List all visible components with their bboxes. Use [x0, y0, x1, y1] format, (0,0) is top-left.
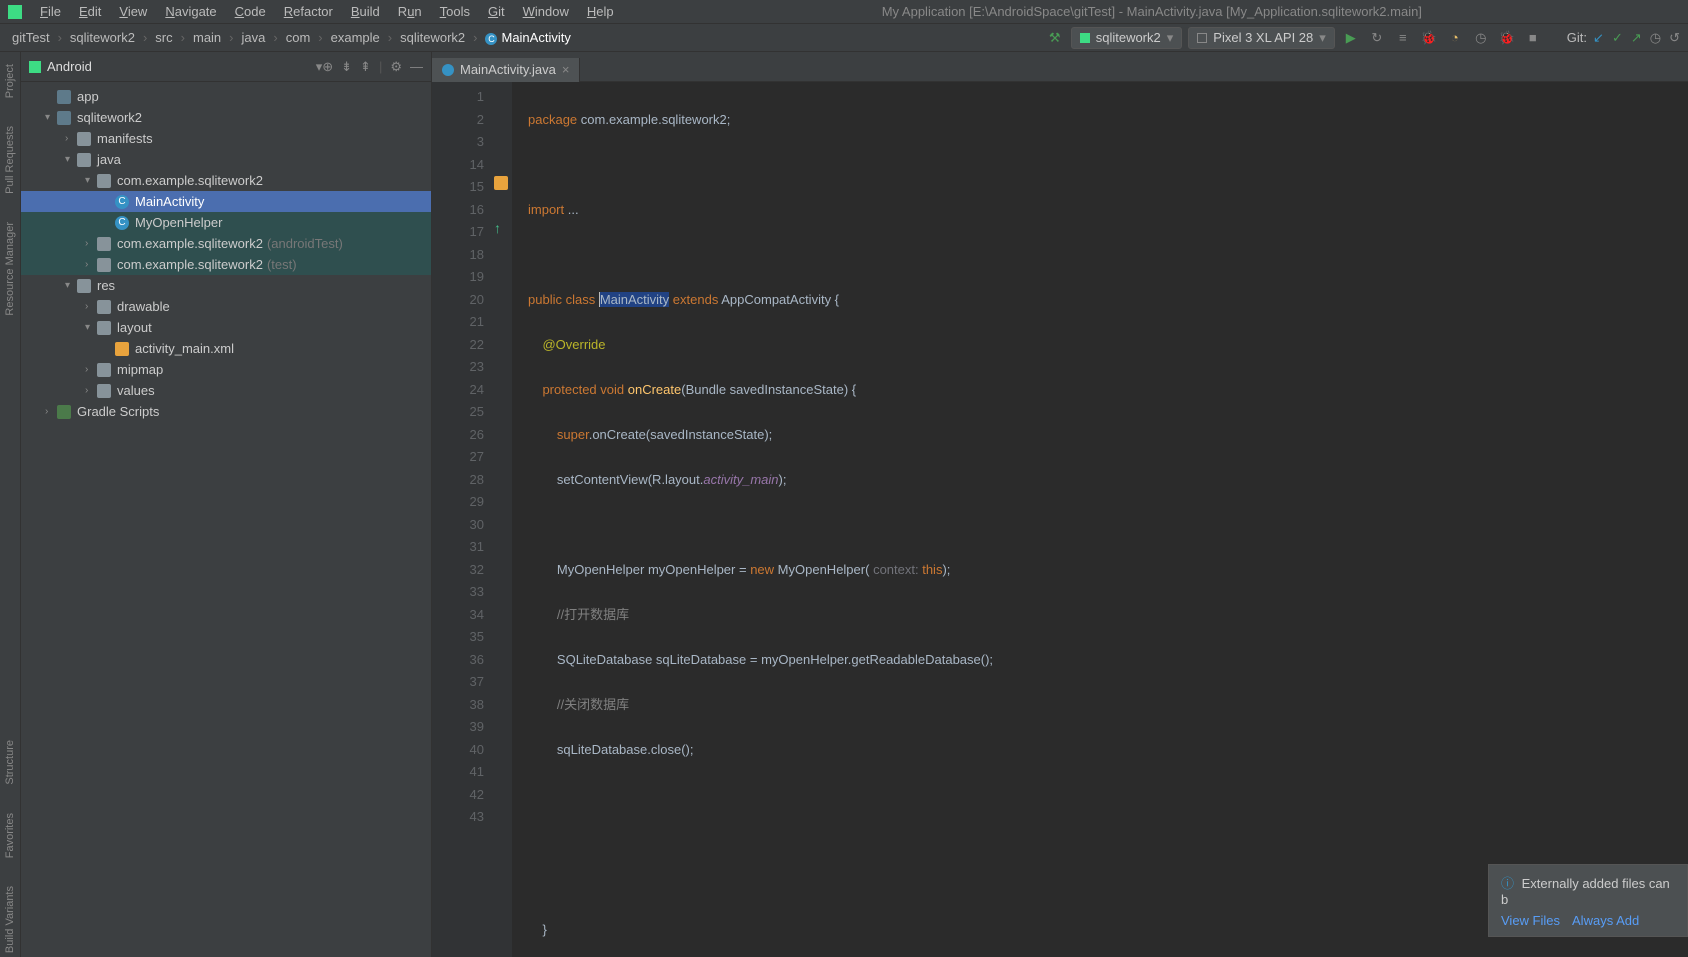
menu-tools[interactable]: Tools	[432, 2, 478, 21]
line-gutter: 12314 15161718 19202122 23242526 2728293…	[432, 82, 492, 957]
menu-navigate[interactable]: Navigate	[157, 2, 224, 21]
tree-gradle[interactable]: ›Gradle Scripts	[21, 401, 431, 422]
target-icon[interactable]: ⊕	[322, 59, 333, 75]
debug-icon[interactable]: 🐞	[1419, 28, 1439, 48]
tree-pkg-main[interactable]: ▾com.example.sqlitework2	[21, 170, 431, 191]
notification-popup: ⓘ Externally added files can b View File…	[1488, 864, 1688, 937]
sidebar-header: Android ▾ ⊕ ⇟ ⇞ | ⚙ —	[21, 52, 431, 82]
rail-resource-manager[interactable]: Resource Manager	[2, 218, 18, 320]
editor-tabs: MainActivity.java ×	[432, 52, 1688, 82]
tree-pkg-androidtest[interactable]: ›com.example.sqlitework2(androidTest)	[21, 233, 431, 254]
gear-icon[interactable]: ⚙	[390, 59, 402, 75]
bc-src[interactable]: src	[151, 28, 176, 47]
breadcrumbs: gitTest› sqlitework2› src› main› java› c…	[0, 28, 1045, 47]
menu-file[interactable]: File	[32, 2, 69, 21]
git-push-icon[interactable]: ↗	[1631, 30, 1642, 46]
build-icon[interactable]: ⚒	[1045, 28, 1065, 48]
tree-manifests[interactable]: ›manifests	[21, 128, 431, 149]
run-icon[interactable]: ▶	[1341, 28, 1361, 48]
rail-project[interactable]: Project	[2, 60, 18, 102]
apply-changes-icon[interactable]: ↻	[1367, 28, 1387, 48]
bc-java[interactable]: java	[238, 28, 270, 47]
menu-help[interactable]: Help	[579, 2, 622, 21]
tree-activity-xml[interactable]: activity_main.xml	[21, 338, 431, 359]
menu-build[interactable]: Build	[343, 2, 388, 21]
notif-message: Externally added files can b	[1501, 876, 1670, 907]
rail-pull-requests[interactable]: Pull Requests	[2, 122, 18, 198]
expand-icon[interactable]: ⇟	[341, 59, 352, 75]
gutter-marks: ↑	[492, 82, 512, 957]
coverage-icon[interactable]: ◔	[1445, 28, 1465, 48]
window-title: My Application [E:\AndroidSpace\gitTest]…	[882, 4, 1422, 19]
menu-window[interactable]: Window	[515, 2, 577, 21]
notif-view-files[interactable]: View Files	[1501, 913, 1560, 928]
bc-class[interactable]: CMainActivity	[481, 28, 574, 47]
tree-drawable[interactable]: ›drawable	[21, 296, 431, 317]
bc-com[interactable]: com	[282, 28, 315, 47]
stop-icon[interactable]: ■	[1523, 28, 1543, 48]
bc-example[interactable]: example	[327, 28, 384, 47]
sidebar-view-label[interactable]: Android	[47, 59, 316, 74]
bc-pkg[interactable]: sqlitework2	[396, 28, 469, 47]
hide-icon[interactable]: —	[410, 59, 423, 75]
code-editor[interactable]: 12314 15161718 19202122 23242526 2728293…	[432, 82, 1688, 957]
tree-values[interactable]: ›values	[21, 380, 431, 401]
profile-icon[interactable]: ◷	[1471, 28, 1491, 48]
git-label: Git:	[1567, 30, 1587, 45]
git-history-icon[interactable]: ◷	[1650, 30, 1661, 46]
change-marker-icon[interactable]	[494, 176, 508, 190]
menu-edit[interactable]: Edit	[71, 2, 109, 21]
menu-refactor[interactable]: Refactor	[276, 2, 341, 21]
rail-favorites[interactable]: Favorites	[2, 809, 18, 862]
editor-area: MainActivity.java × 12314 15161718 19202…	[432, 52, 1688, 957]
project-tree: app ▾sqlitework2 ›manifests ▾java ▾com.e…	[21, 82, 431, 957]
info-icon: ⓘ	[1501, 876, 1514, 891]
collapse-icon[interactable]: ⇞	[360, 59, 371, 75]
class-icon	[442, 64, 454, 76]
tree-app[interactable]: app	[21, 86, 431, 107]
tree-pkg-test[interactable]: ›com.example.sqlitework2(test)	[21, 254, 431, 275]
git-rollback-icon[interactable]: ↺	[1669, 30, 1680, 46]
project-sidebar: Android ▾ ⊕ ⇟ ⇞ | ⚙ — app ▾sqlitework2 ›…	[21, 52, 432, 957]
android-icon	[29, 61, 41, 73]
menu-run[interactable]: Run	[390, 2, 430, 21]
bc-sqlitework2[interactable]: sqlitework2	[66, 28, 139, 47]
notif-always-add[interactable]: Always Add	[1572, 913, 1639, 928]
override-marker-icon[interactable]: ↑	[494, 220, 508, 234]
tab-mainactivity[interactable]: MainActivity.java ×	[432, 58, 580, 82]
tree-layout[interactable]: ▾layout	[21, 317, 431, 338]
tree-res[interactable]: ▾res	[21, 275, 431, 296]
code-content[interactable]: package com.example.sqlitework2; import …	[512, 82, 1688, 957]
run-config-selector[interactable]: sqlitework2▾	[1071, 27, 1183, 49]
tree-java[interactable]: ▾java	[21, 149, 431, 170]
close-icon[interactable]: ×	[562, 62, 570, 77]
divider: |	[379, 59, 382, 75]
bc-gitTest[interactable]: gitTest	[8, 28, 54, 47]
tree-sqlitework2[interactable]: ▾sqlitework2	[21, 107, 431, 128]
menu-bar: File Edit View Navigate Code Refactor Bu…	[0, 0, 1688, 24]
tree-mipmap[interactable]: ›mipmap	[21, 359, 431, 380]
menu-git[interactable]: Git	[480, 2, 513, 21]
device-selector[interactable]: Pixel 3 XL API 28▾	[1188, 27, 1335, 49]
menu-code[interactable]: Code	[227, 2, 274, 21]
menu-view[interactable]: View	[111, 2, 155, 21]
toolbar: gitTest› sqlitework2› src› main› java› c…	[0, 24, 1688, 52]
tab-label: MainActivity.java	[460, 62, 556, 77]
android-logo-icon	[8, 5, 22, 19]
apply-code-icon[interactable]: ≡	[1393, 28, 1413, 48]
rail-structure[interactable]: Structure	[2, 736, 18, 789]
git-pull-icon[interactable]: ↙	[1593, 30, 1604, 46]
tree-my-open-helper[interactable]: CMyOpenHelper	[21, 212, 431, 233]
attach-debugger-icon[interactable]: 🐞	[1497, 28, 1517, 48]
left-tool-rail: Project Pull Requests Resource Manager S…	[0, 52, 21, 957]
rail-build-variants[interactable]: Build Variants	[2, 882, 18, 957]
git-commit-icon[interactable]: ✓	[1612, 30, 1623, 46]
tree-main-activity[interactable]: CMainActivity	[21, 191, 431, 212]
bc-main[interactable]: main	[189, 28, 225, 47]
